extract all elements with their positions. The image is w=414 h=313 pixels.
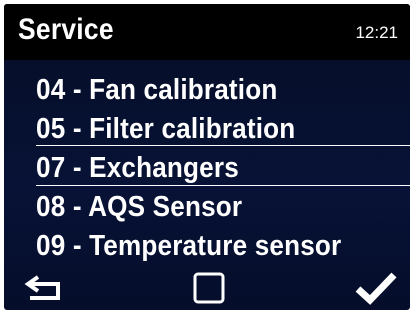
menu-item-label: 09 - Temperature sensor xyxy=(36,230,342,262)
square-icon xyxy=(193,272,225,304)
menu-item-fan-calibration[interactable]: 04 - Fan calibration xyxy=(4,72,410,110)
footer-bar xyxy=(4,266,410,310)
menu-item-label: 04 - Fan calibration xyxy=(36,74,278,106)
menu-item-temperature-sensor[interactable]: 09 - Temperature sensor xyxy=(4,228,410,266)
menu-item-filter-calibration[interactable]: 05 - Filter calibration xyxy=(4,111,410,149)
menu-item-label: 05 - Filter calibration xyxy=(36,113,296,145)
selection-line-bottom xyxy=(36,185,410,186)
clock: 12:21 xyxy=(355,23,398,42)
device-bezel: Service 12:21 04 - Fan calibration 05 - … xyxy=(0,0,414,313)
back-arrow-icon xyxy=(24,275,60,300)
menu-item-exchangers[interactable]: 07 - Exchangers xyxy=(4,145,410,188)
header-bar: Service 12:21 xyxy=(4,4,410,60)
selection-line-top xyxy=(36,145,410,146)
service-menu: 04 - Fan calibration 05 - Filter calibra… xyxy=(4,70,410,266)
page-title: Service xyxy=(18,13,114,46)
menu-item-label: 07 - Exchangers xyxy=(36,152,239,184)
menu-item-aqs-sensor[interactable]: 08 - AQS Sensor xyxy=(4,189,410,227)
confirm-button[interactable] xyxy=(346,266,406,310)
checkmark-icon xyxy=(355,272,397,305)
back-button[interactable] xyxy=(14,266,74,310)
home-button[interactable] xyxy=(179,266,239,310)
menu-item-label: 08 - AQS Sensor xyxy=(36,191,243,223)
display-screen: Service 12:21 04 - Fan calibration 05 - … xyxy=(4,4,410,310)
